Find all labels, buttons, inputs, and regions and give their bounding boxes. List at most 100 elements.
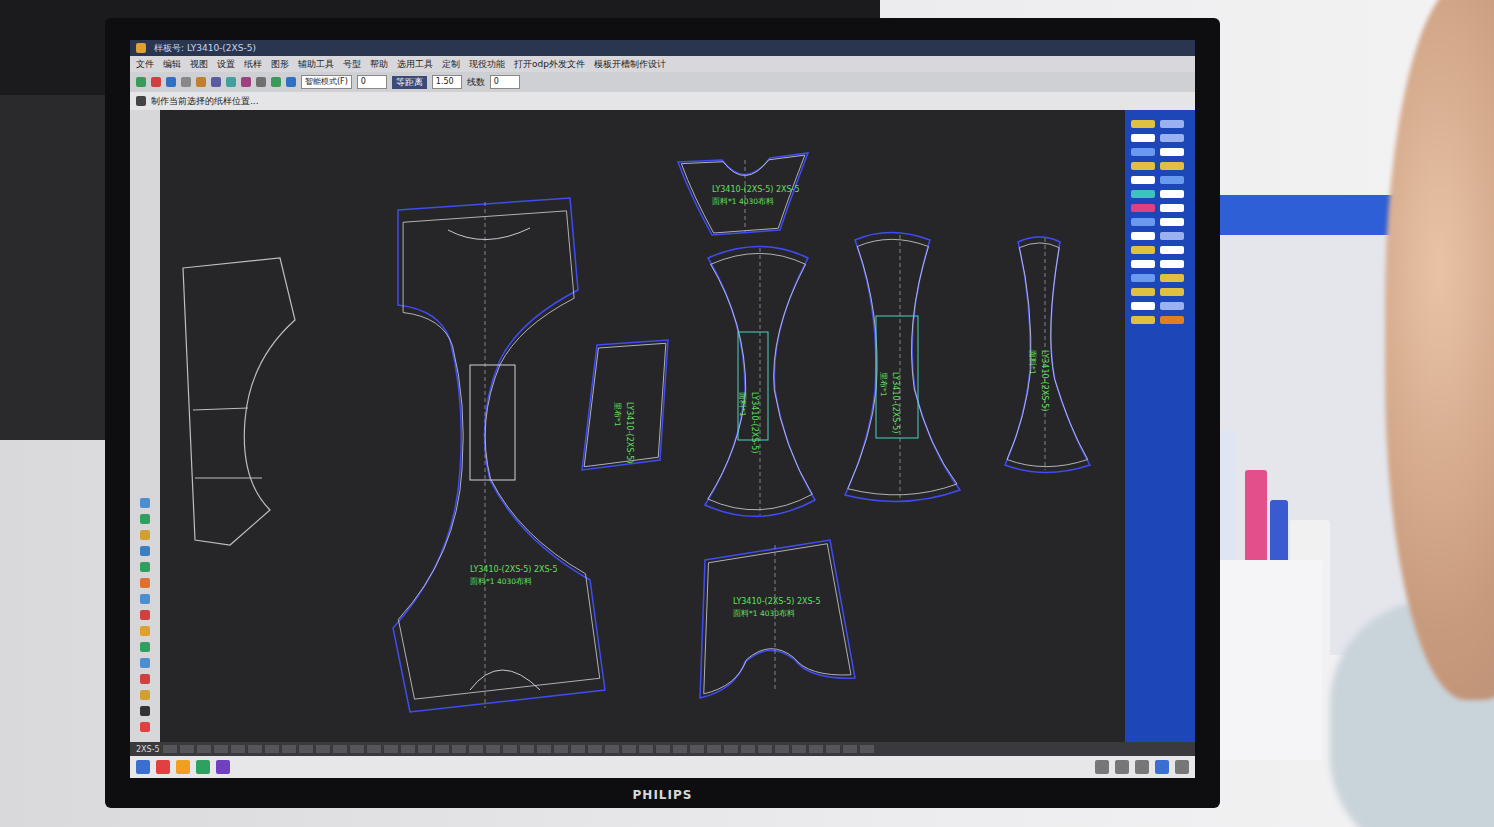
piece-tool-icon[interactable] xyxy=(1160,274,1184,282)
piece-tool-icon[interactable] xyxy=(1160,134,1184,142)
pattern-canvas[interactable]: LY3410-(2XS-5) 2XS-5面料*1 4030布料LY3410-(2… xyxy=(160,110,1125,742)
size-cell[interactable] xyxy=(792,745,806,753)
piece-tool-icon[interactable] xyxy=(1131,120,1155,128)
taskbar-app-icon[interactable] xyxy=(216,760,230,774)
size-cell[interactable] xyxy=(554,745,568,753)
piece-tool-icon[interactable] xyxy=(1160,148,1184,156)
menu-item[interactable]: 号型 xyxy=(343,58,361,71)
piece-tool-icon[interactable] xyxy=(1131,232,1155,240)
tray-icon[interactable] xyxy=(1175,760,1189,774)
size-cell[interactable] xyxy=(707,745,721,753)
size-cell[interactable] xyxy=(537,745,551,753)
draw-tool-icon[interactable] xyxy=(140,546,150,556)
size-cell[interactable] xyxy=(843,745,857,753)
size-cell[interactable] xyxy=(860,745,874,753)
menu-item[interactable]: 现役功能 xyxy=(469,58,505,71)
size-cell[interactable] xyxy=(299,745,313,753)
size-cell[interactable] xyxy=(418,745,432,753)
size-cell[interactable] xyxy=(248,745,262,753)
size-cell[interactable] xyxy=(452,745,466,753)
size-cell[interactable] xyxy=(265,745,279,753)
size-cell[interactable] xyxy=(282,745,296,753)
size-cell[interactable] xyxy=(435,745,449,753)
menu-item[interactable]: 辅助工具 xyxy=(298,58,334,71)
size-cell[interactable] xyxy=(571,745,585,753)
size-cell[interactable] xyxy=(639,745,653,753)
menu-item[interactable]: 编辑 xyxy=(163,58,181,71)
toolbar-icon[interactable] xyxy=(241,77,251,87)
size-cell[interactable] xyxy=(350,745,364,753)
menu-item[interactable]: 帮助 xyxy=(370,58,388,71)
size-cell[interactable] xyxy=(520,745,534,753)
taskbar-app-icon[interactable] xyxy=(136,760,150,774)
taskbar-app-icon[interactable] xyxy=(196,760,210,774)
tray-icon[interactable] xyxy=(1135,760,1149,774)
piece-tool-icon[interactable] xyxy=(1131,176,1155,184)
draw-tool-icon[interactable] xyxy=(140,658,150,668)
mode-combo[interactable]: 智能模式(F) xyxy=(301,75,352,89)
size-cell[interactable] xyxy=(316,745,330,753)
size-cell[interactable] xyxy=(656,745,670,753)
draw-tool-icon[interactable] xyxy=(140,722,150,732)
toolbar-icon[interactable] xyxy=(166,77,176,87)
size-cell[interactable] xyxy=(333,745,347,753)
size-cell[interactable] xyxy=(231,745,245,753)
equidistant-button[interactable]: 等距离 xyxy=(392,76,427,89)
piece-tool-icon[interactable] xyxy=(1131,316,1155,324)
piece-tool-icon[interactable] xyxy=(1131,302,1155,310)
toolbar-icon[interactable] xyxy=(196,77,206,87)
draw-tool-icon[interactable] xyxy=(140,498,150,508)
size-cell[interactable] xyxy=(741,745,755,753)
menu-item[interactable]: 打开odp外发文件 xyxy=(514,58,585,71)
pattern-drawing[interactable]: LY3410-(2XS-5) 2XS-5面料*1 4030布料LY3410-(2… xyxy=(160,110,1125,742)
size-cell[interactable] xyxy=(826,745,840,753)
toolbar-icon[interactable] xyxy=(286,77,296,87)
piece-tool-icon[interactable] xyxy=(1160,176,1184,184)
toolbar-icon[interactable] xyxy=(211,77,221,87)
size-cell[interactable] xyxy=(486,745,500,753)
draw-tool-icon[interactable] xyxy=(140,578,150,588)
piece-tool-icon[interactable] xyxy=(1160,316,1184,324)
piece-tool-icon[interactable] xyxy=(1160,218,1184,226)
toolbar-icon[interactable] xyxy=(151,77,161,87)
draw-tool-icon[interactable] xyxy=(140,594,150,604)
size-cell[interactable] xyxy=(588,745,602,753)
draw-tool-icon[interactable] xyxy=(140,690,150,700)
size-cell[interactable] xyxy=(809,745,823,753)
size-cell[interactable] xyxy=(367,745,381,753)
menu-item[interactable]: 模板开槽制作设计 xyxy=(594,58,666,71)
menu-item[interactable]: 文件 xyxy=(136,58,154,71)
piece-tool-icon[interactable] xyxy=(1131,218,1155,226)
menu-item[interactable]: 图形 xyxy=(271,58,289,71)
piece-tool-icon[interactable] xyxy=(1131,260,1155,268)
piece-tool-icon[interactable] xyxy=(1160,288,1184,296)
menu-item[interactable]: 定制 xyxy=(442,58,460,71)
piece-tool-icon[interactable] xyxy=(1160,120,1184,128)
distance-field[interactable]: 1.50 xyxy=(432,75,462,89)
draw-tool-icon[interactable] xyxy=(140,530,150,540)
size-cell[interactable] xyxy=(503,745,517,753)
piece-tool-icon[interactable] xyxy=(1160,162,1184,170)
piece-tool-icon[interactable] xyxy=(1131,246,1155,254)
size-cell[interactable] xyxy=(401,745,415,753)
piece-tool-icon[interactable] xyxy=(1160,260,1184,268)
size-cell[interactable] xyxy=(690,745,704,753)
size-cell[interactable] xyxy=(197,745,211,753)
draw-tool-icon[interactable] xyxy=(140,642,150,652)
size-cell[interactable] xyxy=(469,745,483,753)
draw-tool-icon[interactable] xyxy=(140,562,150,572)
size-cell[interactable] xyxy=(163,745,177,753)
menu-item[interactable]: 设置 xyxy=(217,58,235,71)
toolbar-icon[interactable] xyxy=(181,77,191,87)
size-cell[interactable] xyxy=(605,745,619,753)
menu-item[interactable]: 选用工具 xyxy=(397,58,433,71)
tray-icon[interactable] xyxy=(1155,760,1169,774)
size-cell[interactable] xyxy=(180,745,194,753)
toolbar-icon[interactable] xyxy=(271,77,281,87)
size-cell[interactable] xyxy=(775,745,789,753)
draw-tool-icon[interactable] xyxy=(140,610,150,620)
piece-tool-icon[interactable] xyxy=(1160,232,1184,240)
piece-tool-icon[interactable] xyxy=(1131,148,1155,156)
tray-icon[interactable] xyxy=(1095,760,1109,774)
draw-tool-icon[interactable] xyxy=(140,514,150,524)
